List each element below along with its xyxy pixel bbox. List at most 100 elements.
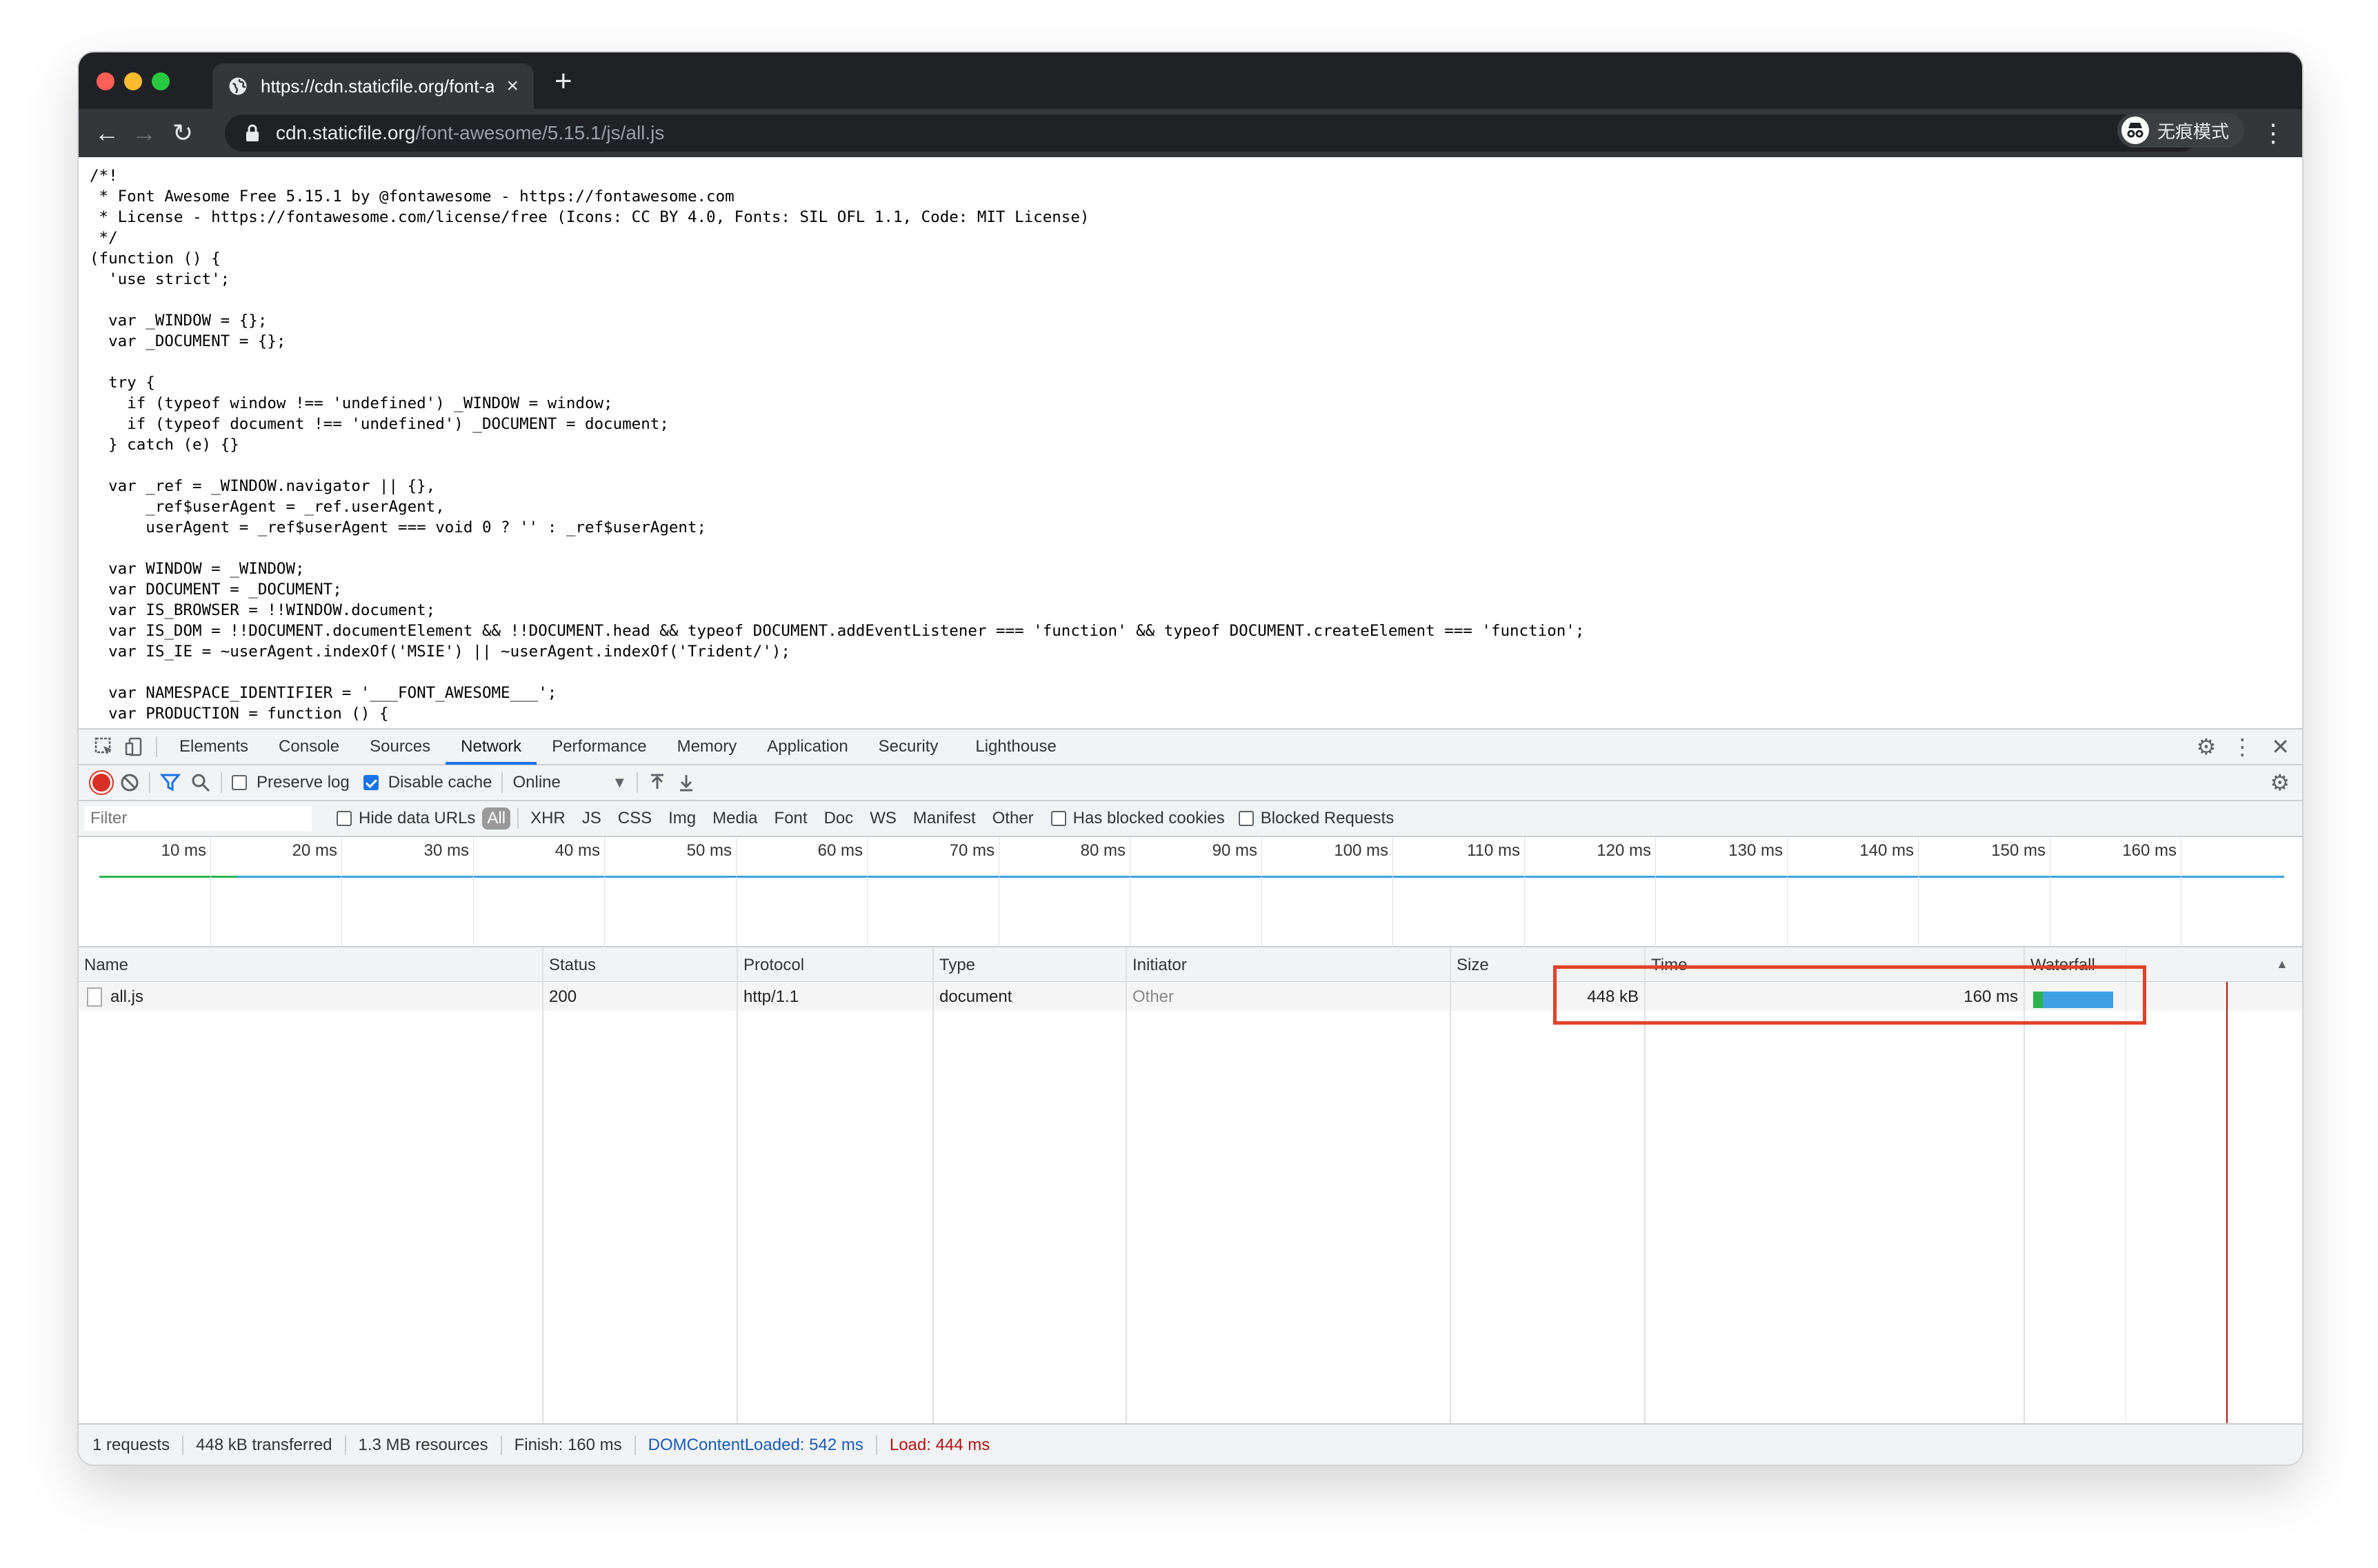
timeline-gridline <box>1261 837 1262 947</box>
export-har-icon[interactable] <box>677 772 696 793</box>
hide-data-urls-checkbox[interactable] <box>337 811 352 826</box>
filter-type-css[interactable]: CSS <box>613 807 657 830</box>
tab-security[interactable]: Security <box>863 729 954 765</box>
timeline-overview[interactable]: 10 ms 20 ms 30 ms 40 ms 50 ms 60 ms 70 ms 80 ms… <box>79 837 2302 947</box>
filter-type-js[interactable]: JS <box>577 807 606 830</box>
timeline-tick-label: 40 ms <box>554 841 600 860</box>
column-header-status[interactable]: Status <box>549 956 596 975</box>
filter-type-img[interactable]: Img <box>663 807 701 830</box>
browser-tab[interactable]: https://cdn.staticfile.org/font-a × <box>212 63 534 109</box>
tab-elements[interactable]: Elements <box>164 729 263 765</box>
cell-status: 200 <box>549 987 577 1006</box>
timeline-gridline <box>473 837 474 947</box>
timeline-gridline <box>1787 837 1788 947</box>
throttling-select[interactable]: Online <box>512 773 602 792</box>
cell-protocol: http/1.1 <box>743 987 799 1006</box>
filter-type-other[interactable]: Other <box>988 807 1039 830</box>
has-blocked-cookies-checkbox[interactable] <box>1050 811 1066 826</box>
record-icon[interactable] <box>92 774 110 792</box>
close-tab-icon[interactable]: × <box>506 76 519 97</box>
column-header-name[interactable]: Name <box>84 956 128 975</box>
column-header-initiator[interactable]: Initiator <box>1132 956 1187 975</box>
timeline-tick-label: 80 ms <box>1080 841 1126 860</box>
close-window-button[interactable] <box>97 72 114 90</box>
zoom-window-button[interactable] <box>152 72 170 90</box>
filter-icon[interactable] <box>160 772 181 793</box>
filter-type-ws[interactable]: WS <box>865 807 901 830</box>
import-har-icon[interactable] <box>648 772 667 793</box>
overview-download-bar <box>237 876 2284 878</box>
tab-performance[interactable]: Performance <box>537 729 661 765</box>
preserve-log-label: Preserve log <box>257 773 350 792</box>
filter-type-doc[interactable]: Doc <box>819 807 859 830</box>
cell-type: document <box>939 987 1012 1006</box>
tab-application[interactable]: Application <box>752 729 863 765</box>
incognito-label: 无痕模式 <box>2157 121 2230 142</box>
timeline-gridline <box>1524 837 1525 947</box>
reload-button[interactable]: ↻ <box>167 117 199 149</box>
timeline-gridline <box>210 837 211 947</box>
minimize-window-button[interactable] <box>124 72 142 90</box>
tab-console[interactable]: Console <box>263 729 354 765</box>
back-button[interactable]: ← <box>91 117 123 149</box>
timeline-tick-label: 90 ms <box>1212 841 1257 860</box>
column-header-size[interactable]: Size <box>1457 956 1489 975</box>
devtools-menu-icon[interactable]: ⋮ <box>2231 734 2253 760</box>
toolbar-separator <box>501 772 503 793</box>
cell-initiator: Other <box>1132 987 1175 1006</box>
close-devtools-icon[interactable]: ✕ <box>2271 734 2290 760</box>
timeline-tick-label: 60 ms <box>817 841 863 860</box>
filter-type-xhr[interactable]: XHR <box>526 807 570 830</box>
url-host: cdn.staticfile.org <box>276 122 416 143</box>
settings-gear-icon[interactable]: ⚙ <box>2197 734 2217 760</box>
column-header-protocol[interactable]: Protocol <box>743 956 804 975</box>
search-icon[interactable] <box>190 772 211 793</box>
url-text: cdn.staticfile.org/font-awesome/5.15.1/j… <box>276 122 664 144</box>
devtools-tab-bar: Elements Console Sources Network Perform… <box>79 730 2302 765</box>
forward-button[interactable]: → <box>128 117 160 149</box>
filter-type-media[interactable]: Media <box>708 807 762 830</box>
browser-menu-icon[interactable]: ⋮ <box>2261 117 2286 149</box>
disable-cache-label: Disable cache <box>388 773 492 792</box>
timeline-tick-label: 160 ms <box>2122 841 2177 860</box>
filter-separator <box>517 808 519 829</box>
tab-lighthouse[interactable]: Lighthouse <box>960 729 1071 765</box>
disable-cache-checkbox[interactable] <box>363 775 379 790</box>
globe-icon <box>229 77 247 95</box>
timeline-gridline <box>867 837 868 947</box>
timeline-tick-label: 100 ms <box>1334 841 1388 860</box>
has-blocked-cookies-label: Has blocked cookies <box>1072 809 1225 827</box>
device-toolbar-icon[interactable] <box>124 736 145 757</box>
status-resources: 1.3 MB resources <box>346 1436 502 1455</box>
incognito-indicator[interactable]: 无痕模式 <box>2117 113 2245 148</box>
tab-sources[interactable]: Sources <box>354 729 446 765</box>
filter-type-font[interactable]: Font <box>770 807 812 830</box>
tab-network[interactable]: Network <box>446 729 537 765</box>
omnibox[interactable]: cdn.staticfile.org/font-awesome/5.15.1/j… <box>225 114 2199 152</box>
clear-icon[interactable] <box>120 773 139 792</box>
new-tab-button[interactable]: + <box>554 66 572 97</box>
timeline-tick-label: 30 ms <box>423 841 469 860</box>
filter-type-all[interactable]: All <box>482 807 511 830</box>
filter-type-manifest[interactable]: Manifest <box>908 807 981 830</box>
preserve-log-checkbox[interactable] <box>232 775 247 790</box>
timeline-tick-label: 140 ms <box>1859 841 1914 860</box>
document-file-icon <box>87 987 102 1007</box>
network-settings-gear-icon[interactable]: ⚙ <box>2270 770 2290 796</box>
inspect-element-icon[interactable] <box>94 736 114 757</box>
filter-input[interactable] <box>84 806 312 831</box>
page-content: /*! * Font Awesome Free 5.15.1 by @fonta… <box>79 157 2302 728</box>
column-header-type[interactable]: Type <box>939 956 975 975</box>
chevron-down-icon[interactable]: ▼ <box>612 774 627 792</box>
url-path: /font-awesome/5.15.1/js/all.js <box>415 122 665 143</box>
column-divider <box>737 947 738 1423</box>
blocked-requests-checkbox[interactable] <box>1238 811 1254 826</box>
tab-memory[interactable]: Memory <box>662 729 752 765</box>
cell-name[interactable]: all.js <box>110 987 143 1007</box>
tab-title: https://cdn.staticfile.org/font-a <box>261 75 494 97</box>
timeline-tick-label: 120 ms <box>1597 841 1651 860</box>
hide-data-urls-label: Hide data URLs <box>359 809 476 827</box>
sort-ascending-icon[interactable]: ▲ <box>2276 957 2288 972</box>
column-divider <box>932 947 934 1423</box>
source-code: /*! * Font Awesome Free 5.15.1 by @fonta… <box>90 167 1585 723</box>
